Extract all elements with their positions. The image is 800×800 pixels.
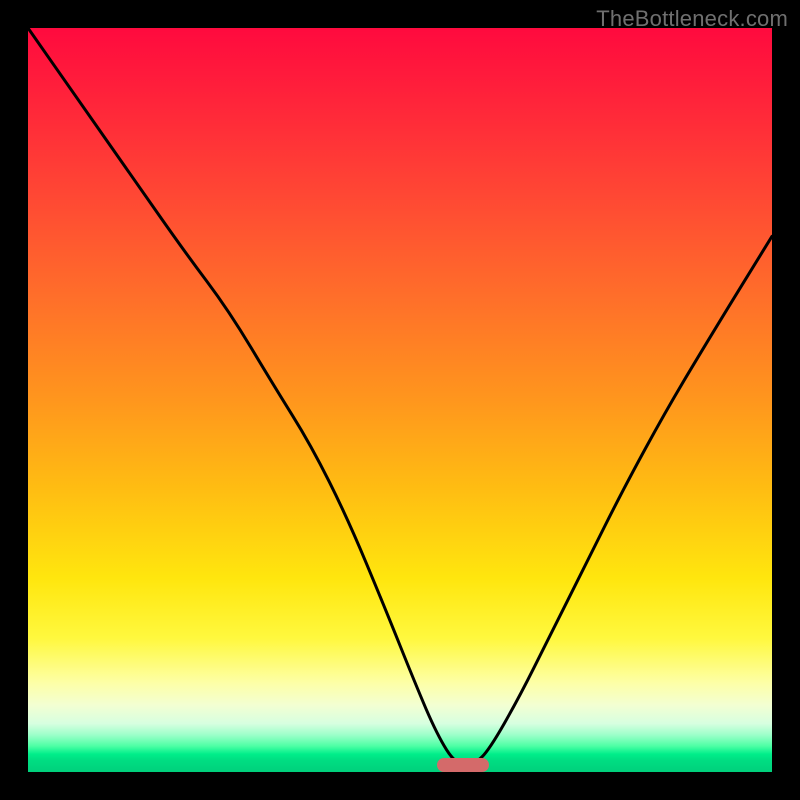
optimal-range-marker (437, 758, 489, 772)
plot-area (28, 28, 772, 772)
bottleneck-curve-path (28, 28, 772, 765)
chart-frame: TheBottleneck.com (0, 0, 800, 800)
curve-svg (28, 28, 772, 772)
watermark-text: TheBottleneck.com (596, 6, 788, 32)
